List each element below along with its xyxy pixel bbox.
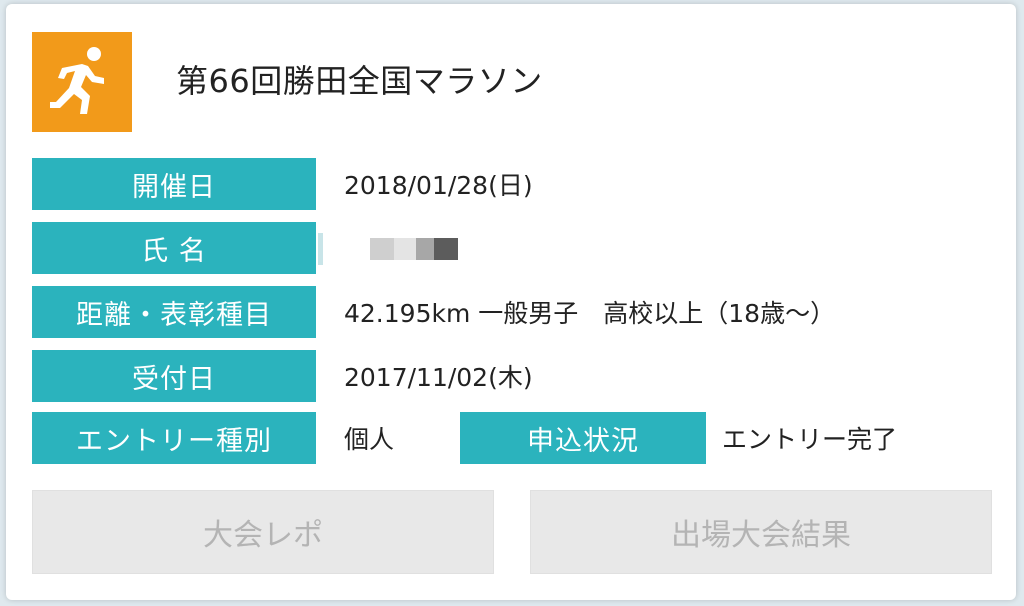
value-reception-date: 2017/11/02(木) (344, 363, 533, 392)
value-application-status: エントリー完了 (722, 425, 898, 454)
event-report-button[interactable]: 大会レポ (32, 490, 494, 574)
race-results-button[interactable]: 出場大会結果 (530, 490, 992, 574)
runner-icon (32, 32, 132, 132)
value-date: 2018/01/28(日) (344, 171, 533, 200)
value-distance-category: 42.195km 一般男子 高校以上（18歳〜） (344, 299, 836, 328)
name-redacted-pixels (370, 234, 458, 264)
value-entry-type: 個人 (344, 425, 395, 454)
label-name: 氏 名 (32, 222, 316, 274)
label-date: 開催日 (32, 158, 316, 210)
label-distance-category: 距離・表彰種目 (32, 286, 316, 338)
name-redacted (318, 233, 323, 265)
event-title: 第66回勝田全国マラソン (176, 62, 543, 100)
label-entry-type: エントリー種別 (32, 412, 316, 464)
label-application-status: 申込状況 (460, 412, 706, 464)
event-card: 第66回勝田全国マラソン 開催日 2018/01/28(日) 氏 名 距離・表彰… (6, 4, 1016, 600)
label-reception-date: 受付日 (32, 350, 316, 402)
